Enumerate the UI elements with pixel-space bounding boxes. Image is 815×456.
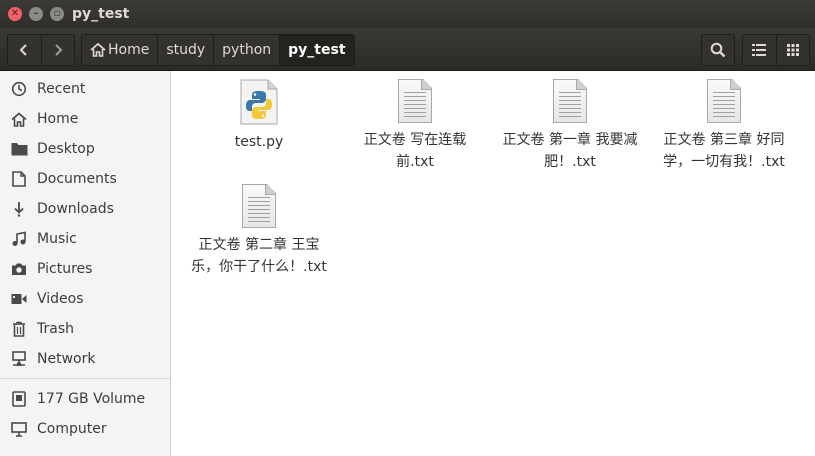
text-file-icon: [553, 79, 587, 123]
back-button[interactable]: [8, 35, 41, 65]
sidebar-item-label: Recent: [37, 81, 86, 97]
minimize-window-button[interactable]: –: [29, 7, 43, 21]
drive-icon: [10, 390, 28, 408]
file-name: 正文卷 第一章 我要减肥！.txt: [502, 132, 638, 170]
python-file-icon: [240, 79, 278, 125]
text-file-icon: [242, 184, 276, 228]
breadcrumb-home[interactable]: Home: [82, 35, 159, 65]
list-view-button[interactable]: [743, 35, 776, 65]
text-file-icon: [398, 79, 432, 123]
sidebar-item-label: Documents: [37, 171, 117, 187]
sidebar-item-label: Music: [37, 231, 77, 247]
sidebar-item-network[interactable]: Network: [0, 344, 170, 374]
file-item[interactable]: 正文卷 写在连载前.txt: [340, 79, 490, 173]
breadcrumb-python[interactable]: python: [214, 35, 281, 65]
sidebar-item-label: Trash: [37, 321, 74, 337]
sidebar-item-videos[interactable]: Videos: [0, 284, 170, 314]
search-button[interactable]: [701, 34, 735, 66]
window-title: py_test: [72, 6, 130, 22]
breadcrumb-home-label: Home: [108, 42, 150, 58]
trash-icon: [10, 320, 28, 338]
navigation-buttons: [7, 34, 75, 66]
sidebar-item-recent[interactable]: Recent: [0, 74, 170, 104]
music-icon: [10, 230, 28, 248]
sidebar-item-home[interactable]: Home: [0, 104, 170, 134]
sidebar-item-volume[interactable]: 177 GB Volume: [0, 384, 170, 414]
forward-button[interactable]: [40, 35, 75, 65]
header-bar: Home study python py_test: [0, 28, 815, 71]
sidebar-item-downloads[interactable]: Downloads: [0, 194, 170, 224]
sidebar: Recent Home Desktop Documents Downloads …: [0, 71, 171, 456]
camera-icon: [10, 260, 28, 278]
chevron-left-icon: [19, 44, 27, 56]
file-item[interactable]: 正文卷 第一章 我要减肥！.txt: [495, 79, 645, 173]
sidebar-item-label: Home: [37, 111, 79, 127]
file-item[interactable]: 正文卷 第三章 好同学，一切有我！.txt: [649, 79, 799, 173]
file-item[interactable]: 正文卷 第二章 王宝乐，你干了什么！.txt: [184, 184, 334, 278]
grid-icon: [786, 44, 799, 56]
sidebar-item-label: Videos: [37, 291, 84, 307]
breadcrumb-py-test[interactable]: py_test: [280, 35, 354, 65]
sidebar-item-music[interactable]: Music: [0, 224, 170, 254]
computer-icon: [10, 420, 28, 438]
home-icon: [10, 110, 28, 128]
sidebar-item-label: Computer: [37, 421, 107, 437]
file-view: test.py 正文卷 写在连载前.txt 正文卷 第一章 我要减肥！.txt …: [176, 71, 815, 456]
home-icon: [90, 43, 106, 57]
file-name: 正文卷 写在连载前.txt: [363, 132, 467, 170]
network-icon: [10, 350, 28, 368]
file-item[interactable]: test.py: [184, 79, 334, 153]
sidebar-item-label: Downloads: [37, 201, 114, 217]
file-name: 正文卷 第三章 好同学，一切有我！.txt: [663, 132, 785, 170]
list-icon: [752, 44, 767, 56]
sidebar-item-computer[interactable]: Computer: [0, 414, 170, 444]
search-icon: [710, 42, 726, 58]
breadcrumb: Home study python py_test: [81, 34, 355, 66]
video-icon: [10, 290, 28, 308]
maximize-window-button[interactable]: ▫: [50, 7, 64, 21]
file-name: 正文卷 第二章 王宝乐，你干了什么！.txt: [191, 237, 327, 275]
sidebar-item-label: Desktop: [37, 141, 95, 157]
sidebar-item-label: Network: [37, 351, 96, 367]
text-file-icon: [707, 79, 741, 123]
sidebar-item-label: Pictures: [37, 261, 93, 277]
grid-view-button[interactable]: [775, 35, 810, 65]
close-window-button[interactable]: ✕: [8, 7, 22, 21]
sidebar-item-trash[interactable]: Trash: [0, 314, 170, 344]
chevron-right-icon: [55, 44, 63, 56]
sidebar-item-documents[interactable]: Documents: [0, 164, 170, 194]
document-icon: [10, 170, 28, 188]
sidebar-divider: [0, 378, 170, 379]
file-name: test.py: [234, 134, 284, 150]
download-icon: [10, 200, 28, 218]
clock-icon: [10, 80, 28, 98]
sidebar-item-pictures[interactable]: Pictures: [0, 254, 170, 284]
breadcrumb-study[interactable]: study: [158, 35, 215, 65]
folder-icon: [10, 140, 28, 158]
title-bar: ✕ – ▫ py_test: [0, 0, 815, 28]
sidebar-item-label: 177 GB Volume: [37, 391, 146, 407]
sidebar-item-desktop[interactable]: Desktop: [0, 134, 170, 164]
view-toggle: [742, 34, 810, 66]
